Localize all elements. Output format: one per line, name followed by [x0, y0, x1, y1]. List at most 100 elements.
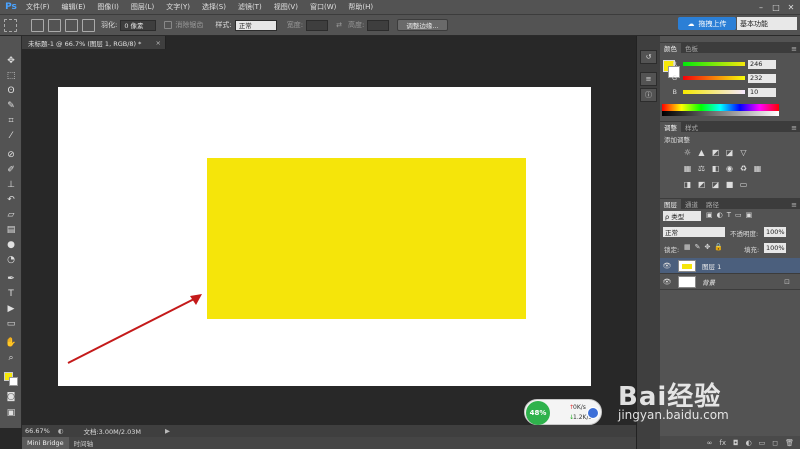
healing-brush-tool-icon[interactable]: ⊘	[3, 148, 19, 162]
upload-button[interactable]: ☁ 拖拽上传	[678, 17, 736, 30]
tab-styles[interactable]: 样式	[681, 122, 702, 132]
eyedropper-tool-icon[interactable]: ⁄	[3, 129, 19, 143]
tab-paths[interactable]: 路径	[702, 199, 723, 209]
height-input[interactable]	[367, 19, 390, 31]
gradient-tool-icon[interactable]: ▤	[3, 223, 19, 237]
intersect-selection-icon[interactable]	[82, 18, 95, 32]
marquee-preset-icon[interactable]	[4, 18, 17, 32]
eye-icon[interactable]: 👁	[660, 278, 674, 286]
menu-filter[interactable]: 滤镜(T)	[232, 2, 268, 12]
hue-saturation-icon[interactable]: ▦	[682, 163, 693, 173]
threshold-icon[interactable]: ◪	[710, 179, 721, 189]
selective-color-icon[interactable]: ■	[724, 179, 735, 189]
dodge-tool-icon[interactable]: ◔	[3, 253, 19, 267]
status-menu-icon[interactable]: ▶	[165, 427, 170, 435]
layers-menu-icon[interactable]: ≡	[791, 201, 797, 209]
menu-view[interactable]: 视图(V)	[268, 2, 304, 12]
curves-icon[interactable]: ◩	[710, 147, 721, 157]
panel-menu-icon[interactable]: ≡	[791, 45, 797, 53]
background-color-swatch[interactable]	[9, 377, 18, 386]
new-selection-icon[interactable]	[31, 18, 44, 32]
new-layer-icon[interactable]: ◻	[772, 439, 778, 447]
add-mask-icon[interactable]: ◘	[733, 439, 739, 447]
feather-input[interactable]: 0 像素	[120, 19, 157, 31]
info-panel-icon[interactable]: ⓘ	[640, 88, 657, 102]
link-layers-icon[interactable]: ∞	[707, 439, 713, 447]
new-group-icon[interactable]: ▭	[759, 439, 766, 447]
menu-help[interactable]: 帮助(H)	[342, 2, 379, 12]
eye-icon[interactable]: 👁	[660, 262, 674, 270]
tab-swatches[interactable]: 色板	[681, 43, 702, 53]
new-adjustment-icon[interactable]: ◐	[746, 439, 752, 447]
crop-tool-icon[interactable]: ⌗	[3, 114, 19, 128]
red-slider[interactable]: R 246	[663, 59, 797, 69]
marquee-tool-icon[interactable]: ⬚	[3, 69, 19, 83]
style-select[interactable]: 正常	[234, 19, 277, 31]
close-window-button[interactable]: ✕	[784, 0, 798, 14]
zoom-level[interactable]: 66.67%	[25, 427, 50, 435]
menu-edit[interactable]: 编辑(E)	[56, 2, 92, 12]
swap-dimensions-icon[interactable]: ⇄	[336, 21, 342, 29]
tab-layers[interactable]: 图层	[660, 199, 681, 209]
red-value[interactable]: 246	[748, 59, 776, 69]
document-tab[interactable]: 未标题-1 @ 66.7% (图层 1, RGB/8) * ×	[22, 36, 166, 49]
fill-input[interactable]: 100%	[764, 243, 786, 253]
pen-tool-icon[interactable]: ✒	[3, 272, 19, 286]
exposure-icon[interactable]: ◪	[724, 147, 735, 157]
screen-mode-icon[interactable]: ▣	[3, 406, 19, 420]
tab-color[interactable]: 颜色	[660, 43, 681, 53]
black-white-icon[interactable]: ◧	[710, 163, 721, 173]
zoom-tool-icon[interactable]: ⌕	[3, 351, 19, 365]
menu-layer[interactable]: 图层(L)	[125, 2, 160, 12]
opacity-input[interactable]: 100%	[764, 227, 786, 237]
subtract-selection-icon[interactable]	[65, 18, 78, 32]
menu-image[interactable]: 图像(I)	[91, 2, 125, 12]
tab-timeline[interactable]: 时间轴	[69, 437, 99, 449]
color-lookup-icon[interactable]: ▦	[752, 163, 763, 173]
posterize-icon[interactable]: ◩	[696, 179, 707, 189]
antialias-checkbox[interactable]	[164, 21, 173, 29]
tab-mini-bridge[interactable]: Mini Bridge	[22, 437, 69, 449]
type-tool-icon[interactable]: T	[3, 287, 19, 301]
width-input[interactable]	[306, 19, 329, 31]
quick-select-tool-icon[interactable]: ✎	[3, 99, 19, 113]
history-panel-icon[interactable]: ↺	[640, 50, 657, 64]
green-value[interactable]: 232	[748, 73, 776, 83]
rectangle-tool-icon[interactable]: ▭	[3, 317, 19, 331]
blend-mode-select[interactable]: 正常	[663, 227, 725, 237]
layer-row[interactable]: 👁 背景 ⊡	[660, 274, 800, 290]
layer-filter-icons[interactable]: ▣◐T▭▣	[706, 211, 756, 219]
lasso-tool-icon[interactable]: ʘ	[3, 84, 19, 98]
color-spectrum[interactable]	[662, 104, 779, 116]
menu-type[interactable]: 文字(Y)	[160, 2, 196, 12]
blur-tool-icon[interactable]: ●	[3, 238, 19, 252]
yellow-rectangle-layer[interactable]	[207, 158, 526, 319]
brush-tool-icon[interactable]: ✐	[3, 163, 19, 177]
delete-layer-icon[interactable]: 🗑	[785, 439, 794, 447]
levels-icon[interactable]: ▲	[696, 147, 707, 157]
layer-row[interactable]: 👁 图层 1	[660, 258, 800, 274]
tab-adjustments[interactable]: 调整	[660, 122, 681, 132]
history-brush-tool-icon[interactable]: ↶	[3, 193, 19, 207]
status-info-icon[interactable]: ◐	[58, 427, 64, 435]
blue-track[interactable]	[683, 90, 745, 94]
move-tool-icon[interactable]: ✥	[3, 54, 19, 68]
menu-select[interactable]: 选择(S)	[196, 2, 232, 12]
maximize-button[interactable]: □	[769, 0, 783, 14]
red-track[interactable]	[683, 62, 745, 66]
blue-value[interactable]: 10	[748, 87, 776, 97]
add-selection-icon[interactable]	[48, 18, 61, 32]
quick-mask-icon[interactable]: ◙	[3, 390, 19, 404]
green-slider[interactable]: G 232	[663, 73, 797, 83]
minimize-button[interactable]: –	[754, 0, 768, 14]
path-selection-tool-icon[interactable]: ▶	[3, 302, 19, 316]
menu-file[interactable]: 文件(F)	[20, 2, 56, 12]
eraser-tool-icon[interactable]: ▱	[3, 208, 19, 222]
refine-edge-button[interactable]: 调整边缘...	[397, 19, 448, 31]
photo-filter-icon[interactable]: ◉	[724, 163, 735, 173]
hand-tool-icon[interactable]: ✋	[3, 336, 19, 350]
adjustments-menu-icon[interactable]: ≡	[791, 124, 797, 132]
tab-channels[interactable]: 通道	[681, 199, 702, 209]
layer-filter-select[interactable]: ρ 类型	[663, 211, 701, 221]
green-track[interactable]	[683, 76, 745, 80]
